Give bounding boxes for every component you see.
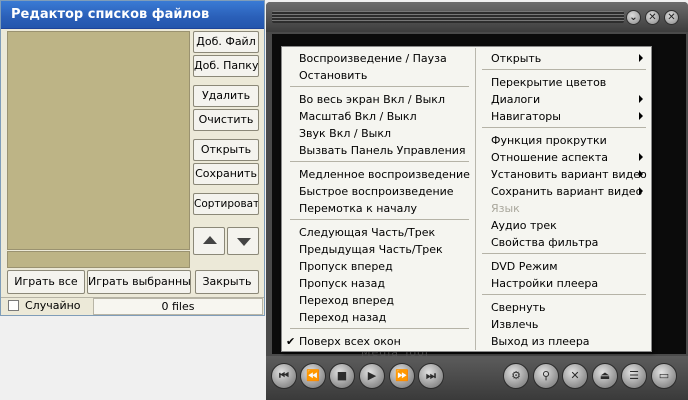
menu-item-eject[interactable]: Извлечь [491,316,538,333]
playlist-title-bar[interactable]: Редактор списков файлов [1,1,264,29]
menu-item-stop[interactable]: Остановить [299,67,367,84]
menu-item-dialogs[interactable]: Диалоги [491,91,540,108]
playlist-info-strip [7,251,190,268]
stop-icon[interactable]: ■ [329,363,355,389]
close-icon[interactable]: ✕ [664,10,679,25]
submenu-arrow-icon [639,170,643,178]
playlist-file-list[interactable] [7,31,190,250]
menu-separator [482,253,646,254]
remove-button[interactable]: Удалить [193,85,259,107]
menu-item-audio-track[interactable]: Аудио трек [491,217,557,234]
arrow-down-icon [237,238,251,246]
menu-item-slow-play[interactable]: Медленное воспроизведение [299,166,470,183]
menu-item-navigators[interactable]: Навигаторы [491,108,561,125]
playlist-editor-window: Редактор списков файлов Доб. Файл Доб. П… [0,0,265,316]
folder-icon[interactable]: ▭ [651,363,677,389]
play-selected-button[interactable]: Играть выбранные [87,270,191,294]
rewind-icon[interactable]: ⏪ [300,363,326,389]
menu-item-skip-back[interactable]: Пропуск назад [299,275,385,292]
menu-separator [290,161,469,162]
menu-item-exit-player[interactable]: Выход из плеера [491,333,590,350]
menu-separator [482,127,646,128]
menu-item-always-on-top[interactable]: Поверх всех окон [299,333,401,350]
skip-start-icon[interactable]: ⏮ [271,363,297,389]
menu-item-aspect-ratio[interactable]: Отношение аспекта [491,149,608,166]
eject-icon[interactable]: ⏏ [592,363,618,389]
settings-icon[interactable]: ⚙ [503,363,529,389]
menu-item-language: Язык [491,202,520,215]
menu-separator [290,86,469,87]
submenu-arrow-icon [639,95,643,103]
submenu-arrow-icon [639,187,643,195]
zoom-icon[interactable]: ⚲ [533,363,559,389]
menu-item-dvd-mode[interactable]: DVD Режим [491,258,558,275]
restore-icon[interactable]: ✕ [645,10,660,25]
add-folder-button[interactable]: Доб. Папку [193,55,259,77]
menu-item-filter-properties[interactable]: Свойства фильтра [491,234,598,251]
menu-item-rewind-start[interactable]: Перемотка к началу [299,200,417,217]
menu-item-save-video-preset[interactable]: Сохранить вариант видео [491,183,642,200]
add-file-button[interactable]: Доб. Файл [193,31,259,53]
play-icon[interactable]: ▶ [359,363,385,389]
menu-item-control-panel[interactable]: Вызвать Панель Управления [299,142,466,159]
open-button[interactable]: Открыть [193,139,259,161]
arrow-up-icon [203,236,217,244]
shuffle-label: Случайно [25,299,81,312]
tools-icon[interactable]: ✕ [562,363,588,389]
menu-item-prev-track[interactable]: Предыдущая Часть/Трек [299,241,443,258]
playlist-title: Редактор списков файлов [11,7,210,22]
menu-item-player-settings[interactable]: Настройки плеера [491,275,598,292]
play-all-button[interactable]: Играть все [7,270,85,294]
menu-item-zoom[interactable]: Масштаб Вкл / Выкл [299,108,417,125]
submenu-arrow-icon [639,54,643,62]
menu-item-minimize[interactable]: Свернуть [491,299,546,316]
minimize-icon[interactable]: ⌄ [626,10,641,25]
save-button[interactable]: Сохранить [193,163,259,185]
menu-item-sound[interactable]: Звук Вкл / Выкл [299,125,391,142]
menu-item-skip-forward[interactable]: Пропуск вперед [299,258,393,275]
clear-button[interactable]: Очистить [193,109,259,131]
checkmark-icon: ✔ [286,335,296,348]
sort-button[interactable]: Сортировать [193,193,259,215]
menu-item-jump-back[interactable]: Переход назад [299,309,386,326]
menu-separator [482,69,646,70]
menu-item-next-track[interactable]: Следующая Часть/Трек [299,224,435,241]
shuffle-checkbox[interactable] [8,300,19,311]
menu-item-scroll-function[interactable]: Функция прокрутки [491,132,607,149]
menu-item-set-video-preset[interactable]: Установить вариант видео [491,166,647,183]
menu-item-fast-play[interactable]: Быстрое воспроизведение [299,183,454,200]
menu-separator [290,328,469,329]
menu-item-play-pause[interactable]: Воспроизведение / Пауза [299,50,447,67]
menu-column-divider [475,48,476,350]
submenu-arrow-icon [639,153,643,161]
files-count: 0 files [93,298,263,315]
title-grip[interactable] [272,11,624,23]
menu-item-fullscreen[interactable]: Во весь экран Вкл / Выкл [299,91,445,108]
close-button[interactable]: Закрыть [195,270,259,294]
skip-end-icon[interactable]: ⏭ [418,363,444,389]
move-up-button[interactable] [193,227,225,255]
fast-forward-icon[interactable]: ⏩ [389,363,415,389]
playlist-icon[interactable]: ☰ [621,363,647,389]
menu-item-open[interactable]: Открыть [491,50,541,67]
menu-item-jump-forward[interactable]: Переход вперед [299,292,394,309]
move-down-button[interactable] [227,227,259,255]
menu-separator [290,219,469,220]
menu-item-color-overlay[interactable]: Перекрытие цветов [491,74,606,91]
menu-separator [482,294,646,295]
submenu-arrow-icon [639,112,643,120]
